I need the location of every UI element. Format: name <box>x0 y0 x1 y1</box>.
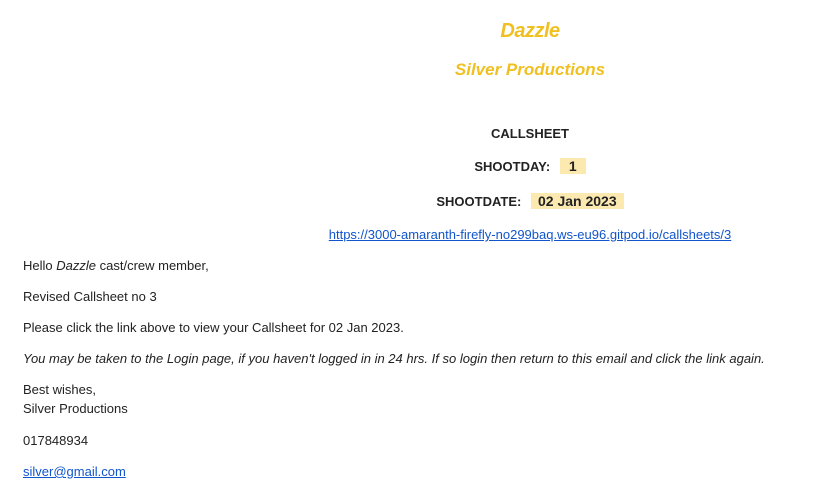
greeting-production: Dazzle <box>56 258 96 273</box>
email-link[interactable]: silver@gmail.com <box>23 464 126 479</box>
shootday-value: 1 <box>559 158 586 174</box>
phone-number: 017848934 <box>23 433 89 448</box>
signoff-line: Best wishes, <box>23 382 96 397</box>
greeting-suffix: cast/crew member, <box>96 258 209 273</box>
email-title: Dazzle <box>500 20 560 42</box>
shootday-row: SHOOTDAY: 1 <box>200 158 829 174</box>
shootdate-label: SHOOTDATE: <box>436 194 522 209</box>
instruction-line: Please click the link above to view your… <box>23 320 404 335</box>
email-subtitle: Silver Productions <box>454 60 606 79</box>
callsheet-heading: CALLSHEET <box>491 126 569 141</box>
shootdate-row: SHOOTDATE: 02 Jan 2023 <box>200 193 829 209</box>
revision-line: Revised Callsheet no 3 <box>23 289 157 304</box>
callsheet-link[interactable]: https://3000-amaranth-firefly-no299baq.w… <box>329 227 732 242</box>
callsheet-link-row: https://3000-amaranth-firefly-no299baq.w… <box>200 227 829 242</box>
email-link-row: silver@gmail.com <box>23 462 126 481</box>
greeting-prefix: Hello <box>23 258 57 273</box>
shootdate-value: 02 Jan 2023 <box>530 193 624 209</box>
signoff-block: Best wishes, Silver Productions <box>23 380 128 418</box>
login-note: You may be taken to the Login page, if y… <box>23 351 765 366</box>
greeting-line: Hello Dazzle cast/crew member, <box>23 256 209 275</box>
shootday-label: SHOOTDAY: <box>474 159 551 174</box>
signature-line: Silver Productions <box>23 401 128 416</box>
